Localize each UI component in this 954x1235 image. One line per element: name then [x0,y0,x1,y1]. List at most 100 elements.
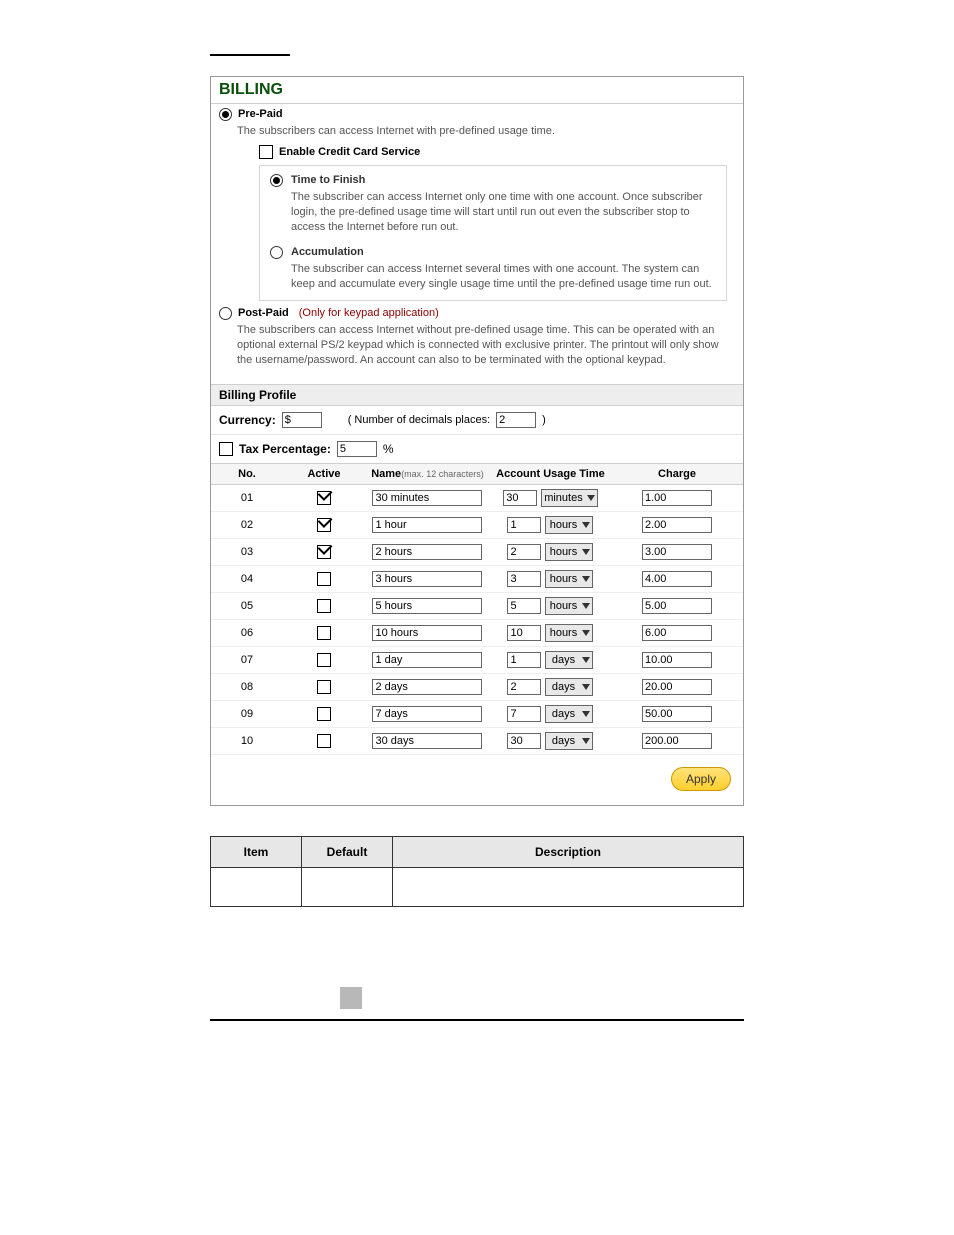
active-checkbox[interactable] [317,491,331,505]
cell-usage: days [490,727,611,754]
col-usage: Account Usage Time [490,463,611,484]
name-input[interactable] [372,571,482,587]
charge-input[interactable] [642,490,712,506]
panel-title: BILLING [211,77,743,104]
active-checkbox[interactable] [317,599,331,613]
credit-card-checkbox[interactable] [259,145,273,159]
usage-qty-input[interactable] [507,679,541,695]
usage-unit-select[interactable]: hours [545,624,593,642]
cell-no: 05 [211,592,283,619]
usage-unit-select[interactable]: days [545,678,593,696]
usage-qty-input[interactable] [507,652,541,668]
cell-active [283,565,365,592]
charge-input[interactable] [642,517,712,533]
apply-button[interactable]: Apply [671,767,731,791]
postpaid-desc: The subscribers can access Internet with… [237,323,735,368]
charge-input[interactable] [642,733,712,749]
usage-unit-select[interactable]: days [545,732,593,750]
charge-input[interactable] [642,571,712,587]
col-name-sub: (max. 12 characters) [401,469,484,479]
footer-rule [210,1019,744,1021]
cell-usage: hours [490,619,611,646]
usage-qty-input[interactable] [503,490,537,506]
name-input[interactable] [372,652,482,668]
active-checkbox[interactable] [317,680,331,694]
cell-name [365,538,490,565]
cell-no: 04 [211,565,283,592]
active-checkbox[interactable] [317,734,331,748]
tax-input[interactable] [337,441,377,457]
col-charge: Charge [611,463,743,484]
decorative-square [340,987,362,1009]
usage-qty-input[interactable] [507,544,541,560]
name-input[interactable] [372,706,482,722]
usage-qty-input[interactable] [507,706,541,722]
cell-no: 07 [211,646,283,673]
name-input[interactable] [372,625,482,641]
usage-qty-input[interactable] [507,598,541,614]
cell-charge [611,646,743,673]
charge-input[interactable] [642,598,712,614]
usage-qty-input[interactable] [507,625,541,641]
cell-active [283,727,365,754]
name-input[interactable] [372,544,482,560]
usage-unit-select[interactable]: hours [545,543,593,561]
time-to-finish-radio[interactable] [270,174,283,187]
cell-charge [611,700,743,727]
th-item: Item [211,836,302,867]
active-checkbox[interactable] [317,653,331,667]
table-row: 04 hours [211,565,743,592]
decimals-pre: ( Number of decimals places: [348,414,490,426]
active-checkbox[interactable] [317,707,331,721]
cell-no: 01 [211,484,283,511]
name-input[interactable] [372,679,482,695]
cell-charge [611,673,743,700]
cell-charge [611,619,743,646]
name-input[interactable] [372,517,482,533]
description-table: Item Default Description [210,836,744,907]
name-input[interactable] [372,490,482,506]
billing-grid: No. Active Name(max. 12 characters) Acco… [211,463,743,755]
charge-input[interactable] [642,652,712,668]
table-row: 02hours [211,511,743,538]
prepaid-radio[interactable] [219,108,232,121]
usage-unit-select[interactable]: minutes [541,489,598,507]
active-checkbox[interactable] [317,572,331,586]
cell-no: 06 [211,619,283,646]
tax-suffix: % [383,442,394,456]
active-checkbox[interactable] [317,626,331,640]
cell-active [283,484,365,511]
cell-usage: hours [490,538,611,565]
active-checkbox[interactable] [317,545,331,559]
charge-input[interactable] [642,679,712,695]
name-input[interactable] [372,598,482,614]
usage-unit-select[interactable]: hours [545,516,593,534]
usage-unit-select[interactable]: days [545,651,593,669]
accumulation-radio[interactable] [270,246,283,259]
charge-input[interactable] [642,544,712,560]
postpaid-radio[interactable] [219,307,232,320]
charge-input[interactable] [642,706,712,722]
cell-usage: hours [490,511,611,538]
cell-active [283,592,365,619]
postpaid-note: (Only for keypad application) [299,307,439,319]
usage-qty-input[interactable] [507,571,541,587]
currency-input[interactable] [282,412,322,428]
usage-unit-select[interactable]: hours [545,597,593,615]
accumulation-desc: The subscriber can access Internet sever… [291,262,716,292]
charge-input[interactable] [642,625,712,641]
th-description: Description [393,836,744,867]
cell-usage: days [490,700,611,727]
accumulation-label: Accumulation [291,246,716,258]
active-checkbox[interactable] [317,518,331,532]
usage-qty-input[interactable] [507,517,541,533]
cell-name [365,700,490,727]
tax-checkbox[interactable] [219,442,233,456]
cell-name [365,646,490,673]
usage-unit-select[interactable]: days [545,705,593,723]
header-underline [210,40,290,56]
usage-unit-select[interactable]: hours [545,570,593,588]
decimals-input[interactable] [496,412,536,428]
usage-qty-input[interactable] [507,733,541,749]
name-input[interactable] [372,733,482,749]
